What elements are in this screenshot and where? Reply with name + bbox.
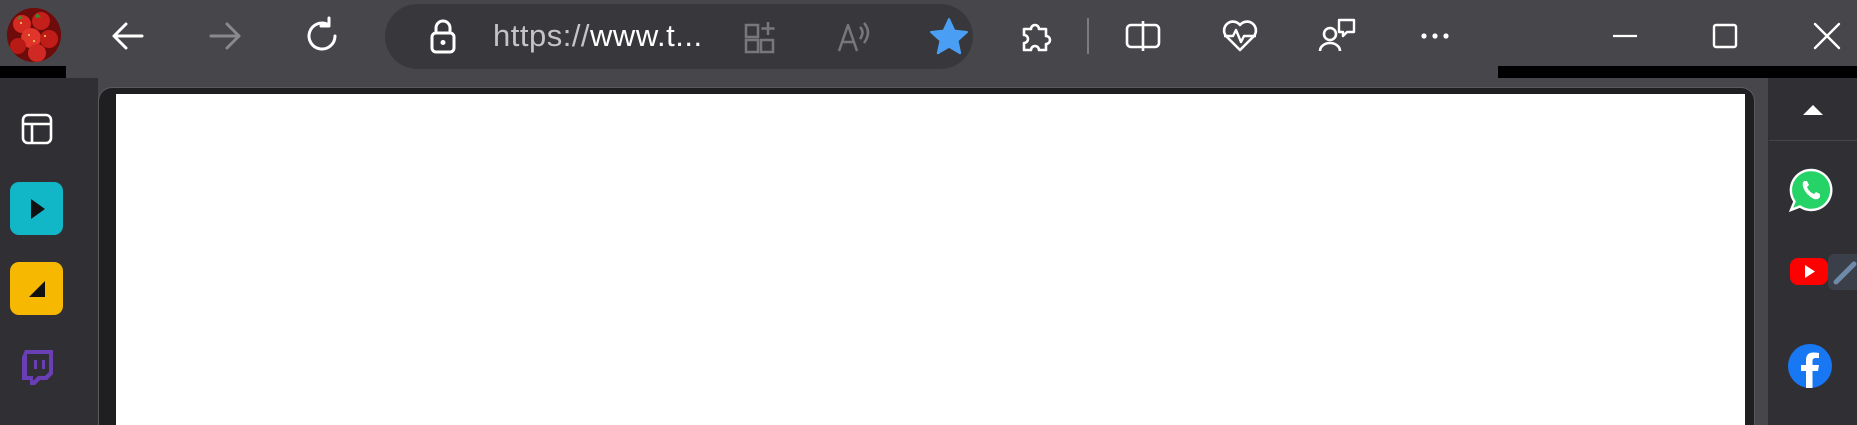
close-button[interactable]: [1799, 8, 1855, 64]
read-aloud-button[interactable]: [827, 9, 883, 65]
tab-strip-edge-right: [1498, 66, 1857, 78]
split-screen-button[interactable]: [1115, 8, 1171, 64]
read-aloud-icon: [837, 22, 870, 52]
more-icon: [1421, 33, 1449, 39]
sidebar-collapse-button[interactable]: [1768, 78, 1857, 140]
sidebar-divider: [1769, 140, 1857, 141]
health-button[interactable]: [1212, 8, 1268, 64]
right-sidebar: [1768, 78, 1857, 425]
toolbar-divider: [1087, 18, 1089, 54]
slice-app-icon: [28, 280, 45, 297]
maximize-icon: [1712, 23, 1738, 49]
profile-avatar[interactable]: [7, 8, 61, 62]
maximize-button[interactable]: [1697, 8, 1753, 64]
left-sidebar: [0, 78, 98, 425]
sidebar-item-facebook[interactable]: [1786, 342, 1834, 390]
extensions-button[interactable]: [1008, 8, 1064, 64]
split-screen-icon: [1125, 21, 1161, 51]
address-bar[interactable]: https://www.t...: [385, 4, 973, 69]
compose-icon: [1833, 261, 1857, 285]
chat-people-icon: [1318, 18, 1356, 52]
minimize-icon: [1613, 34, 1637, 38]
url-scheme: https://: [493, 18, 591, 53]
sidebar-item-whatsapp[interactable]: [1788, 167, 1834, 213]
copilot-button[interactable]: [1310, 8, 1366, 64]
arrow-right-icon: [209, 22, 241, 50]
sidebar-item-tabs[interactable]: [10, 102, 63, 155]
puzzle-icon: [1022, 23, 1052, 52]
minimize-button[interactable]: [1597, 8, 1653, 64]
web-content-viewport[interactable]: [116, 94, 1745, 425]
arrow-left-icon: [112, 22, 144, 50]
browser-toolbar: https://www.t...: [0, 0, 1857, 72]
lock-icon: [430, 19, 456, 54]
url-text[interactable]: https://www.t...: [493, 18, 703, 54]
star-icon: [930, 18, 968, 55]
close-icon: [1813, 22, 1841, 50]
whatsapp-icon: [1788, 168, 1833, 213]
url-domain: www.t...: [590, 18, 703, 53]
play-app-icon: [30, 198, 45, 219]
back-button[interactable]: [100, 8, 156, 64]
add-app-icon: [744, 22, 775, 54]
tab-layout-icon: [21, 113, 52, 144]
heartbeat-icon: [1222, 20, 1258, 52]
site-info-button[interactable]: [415, 9, 471, 65]
sidebar-item-slice-app[interactable]: [10, 262, 63, 315]
tab-strip-edge-left: [0, 66, 66, 78]
more-button[interactable]: [1407, 8, 1463, 64]
facebook-icon: [1788, 344, 1832, 388]
chevron-up-icon: [1802, 105, 1823, 115]
add-app-button[interactable]: [733, 9, 789, 65]
sidebar-item-play-app[interactable]: [10, 182, 63, 235]
twitch-icon: [21, 349, 53, 385]
forward-button[interactable]: [197, 8, 253, 64]
sidebar-item-twitch[interactable]: [10, 340, 63, 393]
refresh-button[interactable]: [294, 8, 350, 64]
refresh-icon: [307, 16, 337, 51]
edge-floating-button[interactable]: [1828, 254, 1857, 290]
favorite-button[interactable]: [921, 9, 977, 65]
